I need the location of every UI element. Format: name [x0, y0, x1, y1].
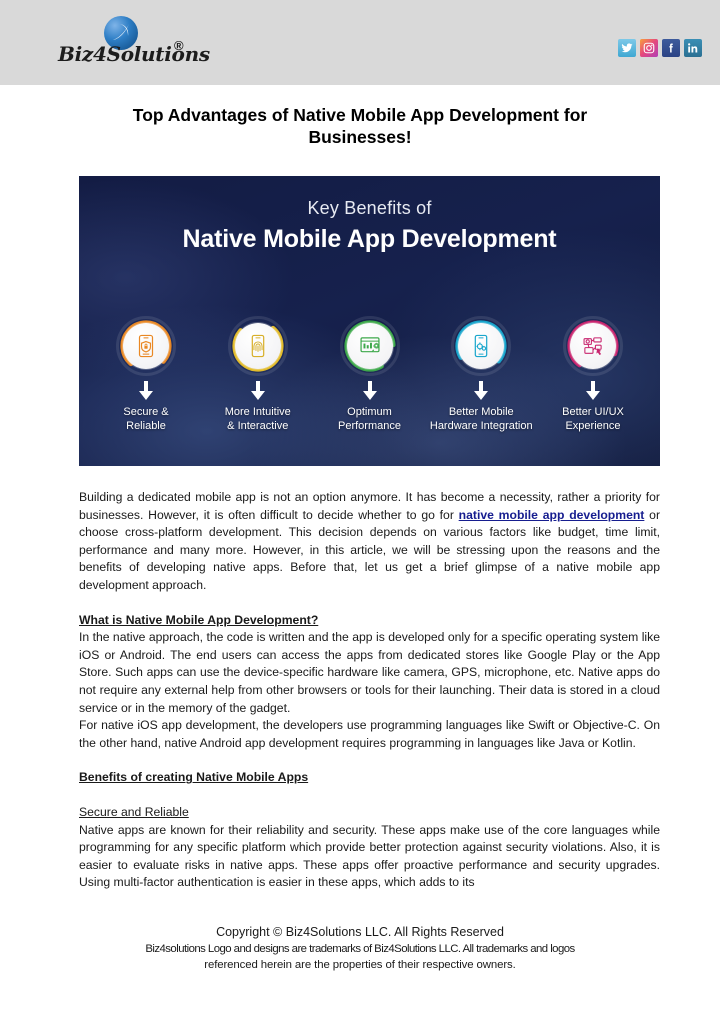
native-mobile-app-development-link[interactable]: native mobile app development [459, 508, 645, 522]
phone-fingerprint-icon [234, 323, 281, 369]
social-links [618, 39, 702, 57]
arrow-down-icon-3 [362, 381, 377, 401]
infographic-title: Native Mobile App Development [182, 225, 557, 253]
brand-logo[interactable]: Biz4Solutions ® [58, 14, 288, 74]
arrow-down-icon-4 [474, 381, 489, 401]
benefit-ring-3 [339, 316, 400, 376]
arrow-down-icon-2 [250, 381, 265, 401]
benefit-label-2: More Intuitive & Interactive [224, 406, 291, 432]
heading-what-is-native: What is Native Mobile App Development? [79, 612, 319, 627]
twitter-bird-glyph [621, 43, 633, 53]
page-header: Biz4Solutions ® [0, 0, 720, 85]
infographic-subtitle: Key Benefits of [307, 198, 432, 218]
benefit-label-5: Better UI/UX Experience [562, 406, 624, 432]
benefit-ring-4 [451, 316, 512, 376]
infographic-benefit-list: Secure & Reliable More Intuitive & Inter… [79, 316, 660, 433]
paragraph-what-is-native: In the native approach, the code is writ… [79, 630, 660, 715]
benefit-node-optimum-performance: Optimum Performance [315, 316, 425, 433]
paragraph-secure-reliable: Native apps are known for their reliabil… [79, 822, 660, 890]
benefit-label-1: Secure & Reliable [123, 406, 169, 432]
benefit-ring-2 [227, 316, 288, 376]
benefit-node-secure-reliable: Secure & Reliable [91, 316, 201, 433]
facebook-icon[interactable] [662, 39, 680, 57]
benefit-ring-5 [563, 316, 623, 376]
benefit-label-3: Optimum Performance [338, 406, 401, 432]
wireframe-sketch-icon [570, 323, 616, 369]
benefit-node-more-intuitive: More Intuitive & Interactive [203, 316, 313, 433]
registered-trademark-icon: ® [174, 38, 184, 53]
heading-secure-reliable: Secure and Reliable [79, 804, 189, 819]
page-footer: Copyright © Biz4Solutions LLC. All Right… [0, 924, 720, 973]
instagram-icon[interactable] [640, 39, 658, 57]
benefit-ring-1 [116, 316, 176, 376]
logo-wordmark: Biz4Solutions [58, 42, 210, 66]
infographic-heading: Key Benefits of Native Mobile App Develo… [79, 198, 660, 254]
paragraph-intro: Building a dedicated mobile app is not a… [79, 489, 660, 595]
paragraph-languages: For native iOS app development, the deve… [79, 718, 660, 750]
footer-copyright-line: Copyright © Biz4Solutions LLC. All Right… [216, 925, 504, 939]
instagram-camera-glyph [643, 42, 655, 54]
linkedin-icon[interactable] [684, 39, 702, 57]
footer-ownership-line: referenced herein are the properties of … [204, 959, 516, 971]
page-title: Top Advantages of Native Mobile App Deve… [132, 105, 588, 147]
infographic-image: Key Benefits of Native Mobile App Develo… [79, 176, 660, 466]
benefit-node-hardware-integration: Better Mobile Hardware Integration [426, 316, 536, 433]
article-body: Building a dedicated mobile app is not a… [79, 489, 660, 892]
linkedin-in-glyph [688, 43, 698, 53]
facebook-f-glyph [669, 43, 673, 53]
phone-lock-shield-icon [123, 323, 169, 369]
benefit-node-ui-ux-experience: Better UI/UX Experience [538, 316, 648, 433]
twitter-icon[interactable] [618, 39, 636, 57]
benefit-label-4: Better Mobile Hardware Integration [429, 406, 533, 432]
arrow-down-icon-5 [586, 381, 600, 401]
phone-gears-icon [458, 323, 505, 369]
heading-benefits: Benefits of creating Native Mobile Apps [79, 770, 309, 785]
footer-trademark-line: Biz4solutions Logo and designs are trade… [145, 943, 575, 955]
dashboard-rocket-icon [346, 323, 393, 369]
arrow-down-icon-1 [139, 381, 153, 401]
